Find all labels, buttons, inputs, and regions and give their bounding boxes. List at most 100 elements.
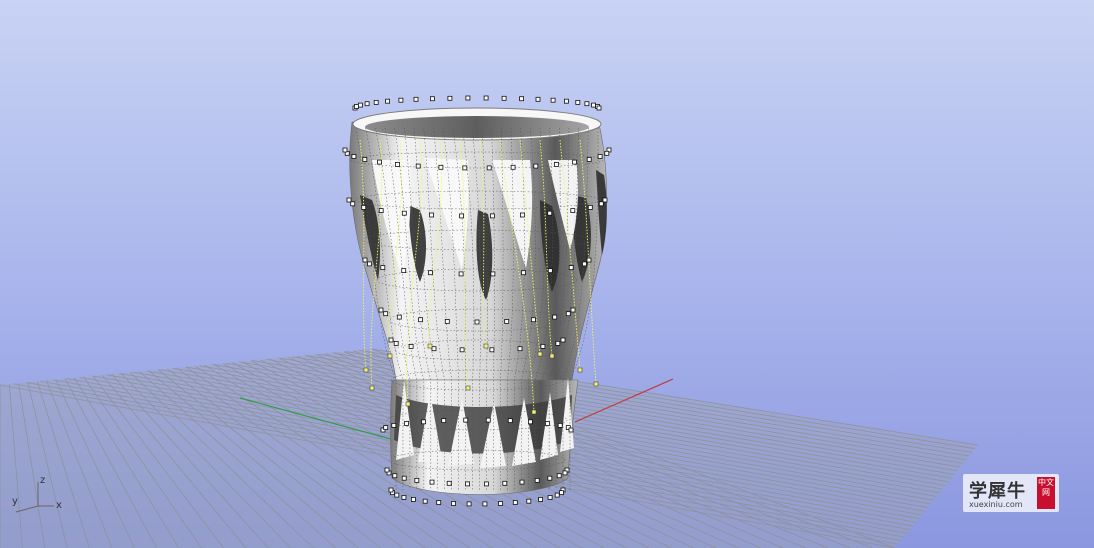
control-point[interactable] bbox=[458, 271, 464, 277]
control-point[interactable] bbox=[377, 159, 382, 165]
control-point[interactable] bbox=[547, 210, 553, 216]
control-point[interactable] bbox=[540, 343, 546, 349]
control-point[interactable] bbox=[535, 96, 541, 102]
control-point[interactable] bbox=[591, 102, 596, 108]
control-point[interactable] bbox=[342, 147, 348, 153]
control-point[interactable] bbox=[401, 268, 407, 274]
control-point[interactable] bbox=[446, 480, 452, 486]
control-point[interactable] bbox=[587, 204, 593, 210]
control-point[interactable] bbox=[570, 307, 576, 313]
control-point[interactable] bbox=[441, 418, 447, 424]
control-point[interactable] bbox=[555, 340, 561, 346]
selected-control-point[interactable] bbox=[531, 409, 537, 415]
control-point[interactable] bbox=[388, 487, 394, 493]
control-point[interactable] bbox=[528, 419, 533, 425]
selected-control-point[interactable] bbox=[387, 353, 393, 359]
selected-control-point[interactable] bbox=[369, 385, 375, 391]
control-point[interactable] bbox=[512, 500, 518, 505]
control-point[interactable] bbox=[391, 422, 397, 428]
control-point[interactable] bbox=[401, 475, 407, 481]
control-point[interactable] bbox=[504, 318, 510, 324]
control-point[interactable] bbox=[486, 165, 492, 171]
control-point[interactable] bbox=[565, 311, 571, 317]
control-point[interactable] bbox=[361, 204, 367, 210]
control-point[interactable] bbox=[597, 154, 603, 159]
control-point[interactable] bbox=[510, 164, 516, 170]
selected-control-point[interactable] bbox=[405, 401, 411, 407]
control-point[interactable] bbox=[428, 270, 433, 276]
control-point[interactable] bbox=[556, 473, 562, 479]
control-point[interactable] bbox=[560, 337, 566, 343]
control-point[interactable] bbox=[447, 95, 453, 101]
control-point[interactable] bbox=[401, 494, 407, 500]
control-point[interactable] bbox=[362, 157, 368, 162]
control-point[interactable] bbox=[438, 164, 444, 170]
control-point[interactable] bbox=[353, 104, 359, 109]
control-point[interactable] bbox=[459, 347, 465, 353]
control-point[interactable] bbox=[568, 427, 574, 433]
control-point[interactable] bbox=[534, 477, 540, 483]
control-point[interactable] bbox=[584, 101, 590, 107]
control-point[interactable] bbox=[554, 492, 560, 498]
control-point[interactable] bbox=[538, 496, 543, 502]
control-point[interactable] bbox=[498, 501, 503, 506]
selected-control-point[interactable] bbox=[363, 367, 369, 373]
control-point[interactable] bbox=[502, 480, 508, 486]
control-point[interactable] bbox=[596, 105, 602, 111]
control-point[interactable] bbox=[554, 161, 559, 167]
control-point[interactable] bbox=[346, 197, 352, 203]
control-point[interactable] bbox=[485, 417, 491, 423]
control-point[interactable] bbox=[575, 100, 581, 105]
control-point[interactable] bbox=[545, 420, 550, 426]
control-point[interactable] bbox=[404, 420, 410, 426]
control-point[interactable] bbox=[413, 96, 419, 102]
control-point[interactable] bbox=[582, 261, 587, 267]
control-point[interactable] bbox=[490, 271, 496, 277]
control-point[interactable] bbox=[568, 265, 574, 271]
control-point[interactable] bbox=[466, 501, 472, 507]
control-point[interactable] bbox=[547, 268, 553, 274]
perspective-viewport[interactable]: z y x 学犀牛 xuexiniu.com 中文网 bbox=[0, 0, 1094, 548]
control-point[interactable] bbox=[429, 96, 435, 102]
control-point[interactable] bbox=[418, 317, 424, 323]
control-point[interactable] bbox=[521, 270, 526, 276]
control-point[interactable] bbox=[586, 257, 592, 263]
control-point[interactable] bbox=[444, 318, 450, 324]
control-point[interactable] bbox=[465, 481, 471, 487]
control-point[interactable] bbox=[519, 479, 525, 485]
control-point[interactable] bbox=[373, 100, 379, 105]
control-point[interactable] bbox=[602, 197, 608, 203]
control-point[interactable] bbox=[351, 154, 357, 159]
control-point[interactable] bbox=[482, 501, 488, 507]
viewport-scene[interactable]: z y x bbox=[0, 0, 1094, 548]
control-point[interactable] bbox=[483, 95, 489, 101]
control-point[interactable] bbox=[533, 163, 539, 169]
control-point[interactable] bbox=[519, 96, 524, 102]
control-point[interactable] bbox=[385, 98, 391, 104]
control-point[interactable] bbox=[422, 498, 428, 504]
control-point[interactable] bbox=[410, 496, 416, 502]
control-point[interactable] bbox=[394, 492, 400, 498]
control-point[interactable] bbox=[380, 265, 386, 271]
control-point[interactable] bbox=[378, 307, 384, 313]
control-point[interactable] bbox=[357, 102, 363, 108]
control-point[interactable] bbox=[547, 475, 553, 481]
control-point[interactable] bbox=[367, 261, 372, 267]
control-point[interactable] bbox=[393, 340, 399, 346]
selected-control-point[interactable] bbox=[465, 385, 471, 391]
control-point[interactable] bbox=[364, 101, 370, 107]
control-point[interactable] bbox=[507, 418, 513, 424]
control-point[interactable] bbox=[520, 212, 525, 218]
control-point[interactable] bbox=[517, 346, 523, 352]
control-point[interactable] bbox=[388, 337, 394, 343]
control-point[interactable] bbox=[392, 473, 398, 479]
control-point[interactable] bbox=[462, 165, 468, 171]
control-point[interactable] bbox=[465, 95, 471, 101]
control-point[interactable] bbox=[401, 210, 407, 216]
control-point[interactable] bbox=[451, 501, 456, 506]
control-point[interactable] bbox=[562, 470, 568, 476]
control-point[interactable] bbox=[483, 481, 489, 487]
control-point[interactable] bbox=[550, 97, 556, 103]
control-point[interactable] bbox=[501, 95, 507, 101]
control-point[interactable] bbox=[378, 208, 384, 214]
